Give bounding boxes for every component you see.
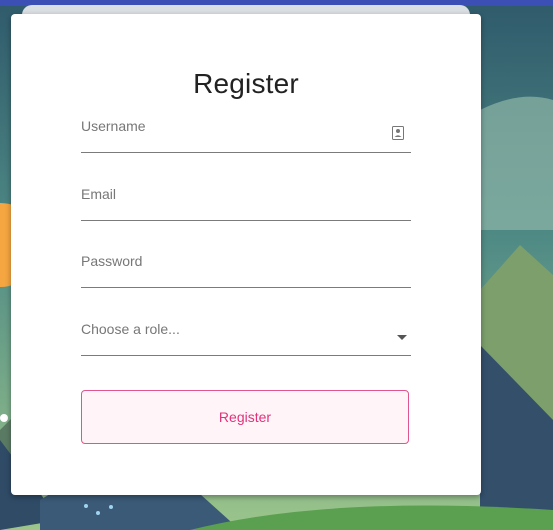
dropdown-arrow-icon[interactable] <box>397 335 407 340</box>
password-placeholder: Password <box>81 253 143 269</box>
contact-card-icon <box>392 126 404 140</box>
register-button[interactable]: Register <box>81 390 409 444</box>
role-select[interactable]: Choose a role... <box>81 315 411 356</box>
page-title: Register <box>193 68 299 99</box>
username-placeholder: Username <box>81 118 146 134</box>
email-placeholder: Email <box>81 186 117 202</box>
role-placeholder: Choose a role... <box>81 321 180 337</box>
email-field[interactable]: Email <box>81 180 411 221</box>
username-field[interactable]: Username <box>81 112 411 153</box>
password-field[interactable]: Password <box>81 247 411 288</box>
register-card: Register Username Email Password Choose … <box>11 14 481 495</box>
